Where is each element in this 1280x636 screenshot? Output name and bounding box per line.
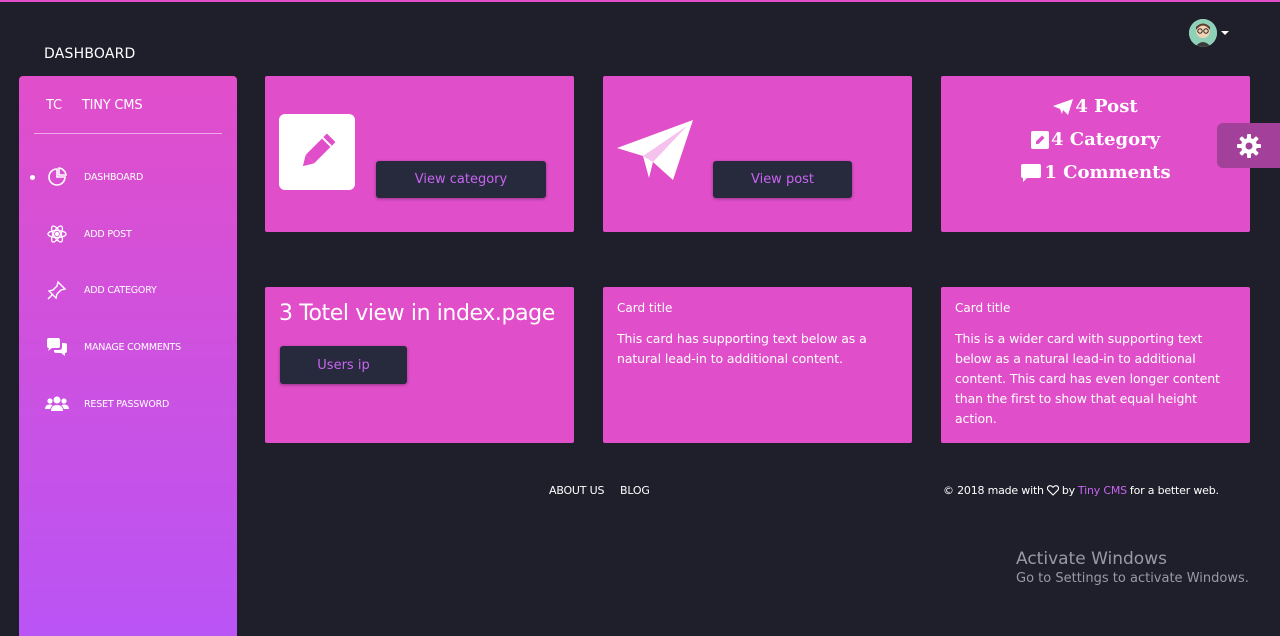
paper-plane-icon <box>615 118 695 188</box>
copyright-suffix: for a better web. <box>1129 484 1219 497</box>
card-text: This is a wider card with supporting tex… <box>955 331 1220 426</box>
sidebar: TC TINY CMS DASHBOARD ADD POST ADD CATEG… <box>19 76 237 636</box>
copyright-by: by <box>1061 484 1075 497</box>
sidebar-item-label: DASHBOARD <box>84 171 144 183</box>
sidebar-divider <box>34 133 222 134</box>
navbar-brand[interactable]: DASHBOARD <box>44 46 136 62</box>
view-post-button[interactable]: View post <box>713 161 852 198</box>
sidebar-item-label: RESET PASSWORD <box>84 398 170 410</box>
sidebar-item-add-post[interactable]: ADD POST <box>19 219 237 249</box>
windows-activation-watermark: Activate Windows Go to Settings to activ… <box>1016 549 1249 586</box>
view-category-button[interactable]: View category <box>376 161 546 198</box>
sidebar-logo[interactable]: TC TINY CMS <box>46 98 143 113</box>
active-indicator <box>30 174 35 180</box>
card-title: Card title <box>955 301 1011 315</box>
sidebar-item-label: ADD CATEGORY <box>84 284 157 296</box>
footer-link-blog[interactable]: BLOG <box>620 484 650 497</box>
chat-bubbles-icon <box>45 335 69 359</box>
views-card: 3 Totel view in index.page Users ip <box>265 287 574 443</box>
watermark-subtitle: Go to Settings to activate Windows. <box>1016 571 1249 586</box>
info-card-wide: Card title This is a wider card with sup… <box>941 287 1250 443</box>
card-title: Card title <box>617 301 673 315</box>
users-icon <box>45 392 69 416</box>
tiny-cms-link[interactable]: Tiny CMS <box>1078 484 1127 497</box>
heart-icon <box>1046 485 1059 496</box>
post-count-row: 4 Post <box>941 90 1250 123</box>
paper-plane-icon <box>1053 98 1074 115</box>
gear-icon <box>1236 133 1261 158</box>
sidebar-item-label: ADD POST <box>84 228 132 240</box>
chevron-down-icon <box>1221 31 1229 35</box>
top-accent-line <box>0 0 1280 2</box>
sidebar-item-label: MANAGE COMMENTS <box>84 341 181 353</box>
info-card: Card title This card has supporting text… <box>603 287 912 443</box>
copyright: © 2018 made with by Tiny CMS for a bette… <box>943 484 1219 497</box>
pin-icon <box>45 278 69 302</box>
watermark-title: Activate Windows <box>1016 549 1167 569</box>
pencil-icon <box>279 114 355 190</box>
comment-icon <box>1021 163 1042 182</box>
avatar <box>1189 19 1217 47</box>
sidebar-item-add-category[interactable]: ADD CATEGORY <box>19 275 237 305</box>
comment-count: 1 Comments <box>1044 162 1171 183</box>
sidebar-item-manage-comments[interactable]: MANAGE COMMENTS <box>19 332 237 362</box>
post-card: View post <box>603 76 912 232</box>
sidebar-item-reset-password[interactable]: RESET PASSWORD <box>19 389 237 419</box>
stats-card: 4 Post 4 Category 1 Comments <box>941 76 1250 232</box>
copyright-prefix: © 2018 made with <box>943 484 1044 497</box>
category-count: 4 Category <box>1050 129 1161 150</box>
logo-text: TINY CMS <box>81 98 143 113</box>
comment-count-row: 1 Comments <box>941 156 1250 189</box>
user-menu[interactable] <box>1189 19 1229 47</box>
logo-mini: TC <box>46 98 62 113</box>
category-count-row: 4 Category <box>941 123 1250 156</box>
total-views-title: 3 Totel view in index.page <box>279 301 555 326</box>
settings-button[interactable] <box>1217 123 1280 168</box>
users-ip-button[interactable]: Users ip <box>280 346 407 384</box>
atom-icon <box>45 222 69 246</box>
sidebar-item-dashboard[interactable]: DASHBOARD <box>19 162 237 192</box>
post-count: 4 Post <box>1075 96 1138 117</box>
card-text: This card has supporting text below as a… <box>617 331 867 366</box>
chart-pie-icon <box>45 165 69 189</box>
footer-link-about-us[interactable]: ABOUT US <box>549 484 604 497</box>
category-card: View category <box>265 76 574 232</box>
edit-icon <box>1030 130 1049 149</box>
